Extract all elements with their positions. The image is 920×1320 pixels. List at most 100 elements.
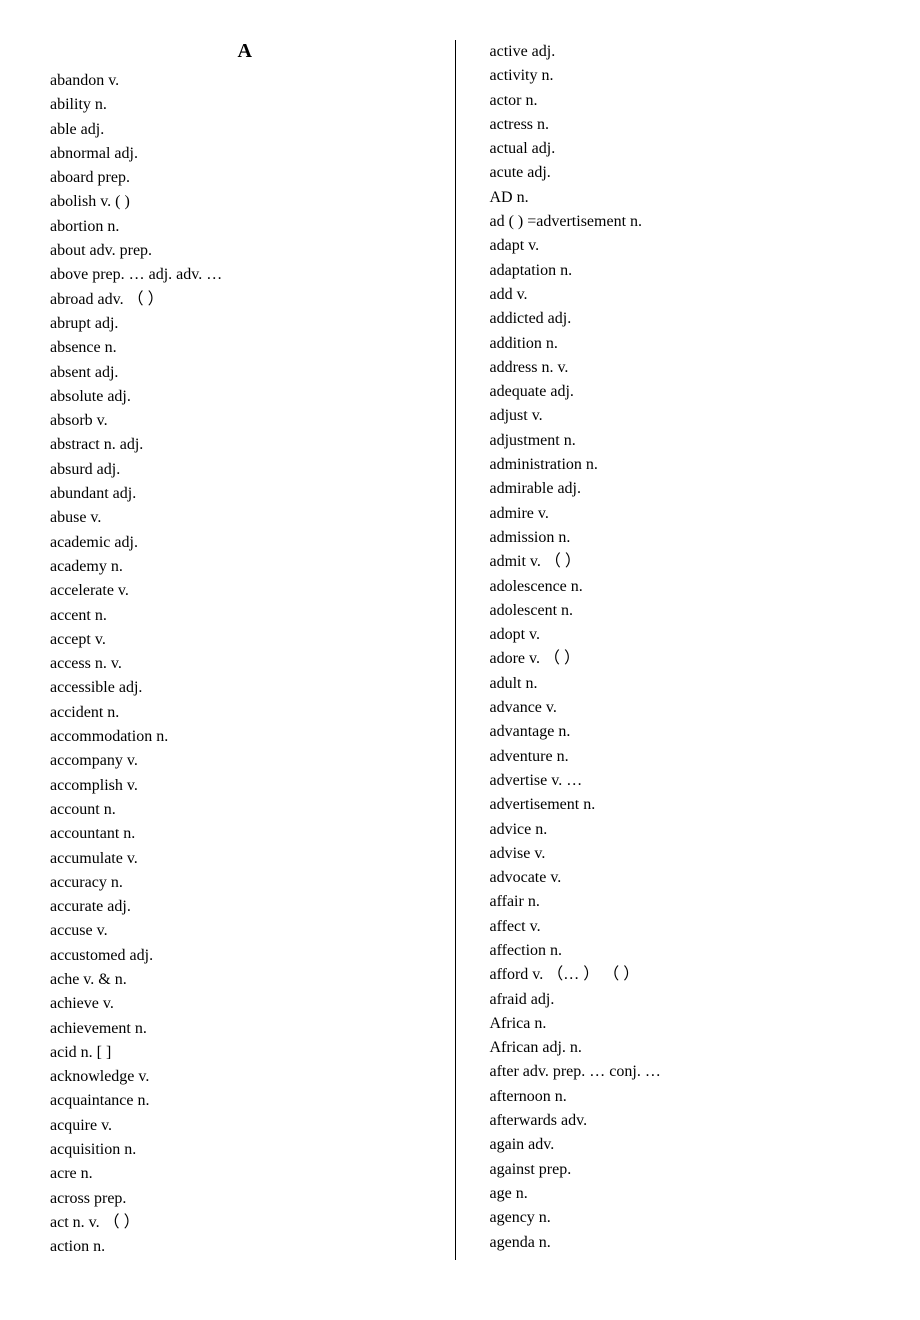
- vocab-entry: ache v. & n.: [50, 968, 441, 992]
- vocab-entry: AD n.: [489, 186, 880, 210]
- vocab-entry: active adj.: [489, 40, 880, 64]
- vocab-entry: adjust v.: [489, 404, 880, 428]
- vocab-entry: advice n.: [489, 818, 880, 842]
- vocab-entry: actual adj.: [489, 137, 880, 161]
- vocab-entry: affection n.: [489, 939, 880, 963]
- vocab-entry: African adj. n.: [489, 1036, 880, 1060]
- vocab-entry: adequate adj.: [489, 380, 880, 404]
- vocab-entry: advantage n.: [489, 720, 880, 744]
- vocab-entry: able adj.: [50, 118, 441, 142]
- vocab-entry: acquire v.: [50, 1114, 441, 1138]
- vocab-entry: again adv.: [489, 1133, 880, 1157]
- vocab-entry: absolute adj.: [50, 385, 441, 409]
- vocab-entry: adopt v.: [489, 623, 880, 647]
- vocab-entry: admire v.: [489, 502, 880, 526]
- vocab-entry: adolescent n.: [489, 599, 880, 623]
- vocab-entry: abnormal adj.: [50, 142, 441, 166]
- vocab-entry: add v.: [489, 283, 880, 307]
- vocab-entry: acute adj.: [489, 161, 880, 185]
- vocab-entry: adaptation n.: [489, 259, 880, 283]
- vocab-entry: administration n.: [489, 453, 880, 477]
- vocab-entry: activity n.: [489, 64, 880, 88]
- vocab-entry: abrupt adj.: [50, 312, 441, 336]
- vocab-entry: adolescence n.: [489, 575, 880, 599]
- vocab-entry: achievement n.: [50, 1017, 441, 1041]
- vocab-entry: about adv. prep.: [50, 239, 441, 263]
- vocab-entry: accomplish v.: [50, 774, 441, 798]
- vocab-entry: against prep.: [489, 1158, 880, 1182]
- vocab-entry: abstract n. adj.: [50, 433, 441, 457]
- vocab-entry: adore v. （ ）: [489, 647, 880, 671]
- vocab-entry: age n.: [489, 1182, 880, 1206]
- vocab-entry: advertisement n.: [489, 793, 880, 817]
- vocab-entry: afterwards adv.: [489, 1109, 880, 1133]
- vocab-entry: affect v.: [489, 915, 880, 939]
- vocab-entry: admission n.: [489, 526, 880, 550]
- vocab-entry: accessible adj.: [50, 676, 441, 700]
- left-column: A abandon v.ability n.able adj.abnormal …: [50, 40, 451, 1260]
- section-heading: A: [50, 40, 441, 63]
- vocab-entry: advise v.: [489, 842, 880, 866]
- vocab-entry: Africa n.: [489, 1012, 880, 1036]
- vocab-entry: advance v.: [489, 696, 880, 720]
- vocab-entry: absence n.: [50, 336, 441, 360]
- vocab-entry: access n. v.: [50, 652, 441, 676]
- vocab-entry: adult n.: [489, 672, 880, 696]
- vocab-entry: accuracy n.: [50, 871, 441, 895]
- vocab-entry: addicted adj.: [489, 307, 880, 331]
- vocab-entry: adventure n.: [489, 745, 880, 769]
- vocab-entry: act n. v. （ ）: [50, 1211, 441, 1235]
- vocab-entry: advocate v.: [489, 866, 880, 890]
- vocab-entry: acknowledge v.: [50, 1065, 441, 1089]
- vocab-entry: absorb v.: [50, 409, 441, 433]
- vocab-entry: acquisition n.: [50, 1138, 441, 1162]
- vocab-entry: adjustment n.: [489, 429, 880, 453]
- vocabulary-page: A abandon v.ability n.able adj.abnormal …: [0, 0, 920, 1320]
- vocab-entry: above prep. … adj. adv. …: [50, 263, 441, 287]
- vocab-entry: accept v.: [50, 628, 441, 652]
- vocab-entry: admirable adj.: [489, 477, 880, 501]
- vocab-entry: accountant n.: [50, 822, 441, 846]
- vocab-entry: abandon v.: [50, 69, 441, 93]
- vocab-entry: actress n.: [489, 113, 880, 137]
- vocab-entry: affair n.: [489, 890, 880, 914]
- vocab-entry: abundant adj.: [50, 482, 441, 506]
- vocab-entry: accompany v.: [50, 749, 441, 773]
- left-entries-container: abandon v.ability n.able adj.abnormal ad…: [50, 69, 441, 1260]
- vocab-entry: accumulate v.: [50, 847, 441, 871]
- vocab-entry: acre n.: [50, 1162, 441, 1186]
- vocab-entry: absurd adj.: [50, 458, 441, 482]
- vocab-entry: addition n.: [489, 332, 880, 356]
- vocab-entry: accelerate v.: [50, 579, 441, 603]
- vocab-entry: acquaintance n.: [50, 1089, 441, 1113]
- vocab-entry: afraid adj.: [489, 988, 880, 1012]
- vocab-entry: ad ( ) =advertisement n.: [489, 210, 880, 234]
- vocab-entry: abroad adv. （ ）: [50, 288, 441, 312]
- two-column-layout: A abandon v.ability n.able adj.abnormal …: [50, 40, 880, 1260]
- vocab-entry: action n.: [50, 1235, 441, 1259]
- right-entries-container: active adj.activity n.actor n.actress n.…: [489, 40, 880, 1255]
- vocab-entry: address n. v.: [489, 356, 880, 380]
- vocab-entry: aboard prep.: [50, 166, 441, 190]
- right-column: active adj.activity n.actor n.actress n.…: [459, 40, 880, 1260]
- vocab-entry: accent n.: [50, 604, 441, 628]
- vocab-entry: abortion n.: [50, 215, 441, 239]
- vocab-entry: accuse v.: [50, 919, 441, 943]
- vocab-entry: agenda n.: [489, 1231, 880, 1255]
- column-divider: [455, 40, 456, 1260]
- vocab-entry: actor n.: [489, 89, 880, 113]
- vocab-entry: abolish v. ( ): [50, 190, 441, 214]
- vocab-entry: accurate adj.: [50, 895, 441, 919]
- vocab-entry: admit v. （ ）: [489, 550, 880, 574]
- vocab-entry: abuse v.: [50, 506, 441, 530]
- vocab-entry: accommodation n.: [50, 725, 441, 749]
- vocab-entry: advertise v. …: [489, 769, 880, 793]
- vocab-entry: absent adj.: [50, 361, 441, 385]
- vocab-entry: account n.: [50, 798, 441, 822]
- vocab-entry: accustomed adj.: [50, 944, 441, 968]
- vocab-entry: acid n. [ ]: [50, 1041, 441, 1065]
- vocab-entry: ability n.: [50, 93, 441, 117]
- vocab-entry: afternoon n.: [489, 1085, 880, 1109]
- vocab-entry: academic adj.: [50, 531, 441, 555]
- vocab-entry: adapt v.: [489, 234, 880, 258]
